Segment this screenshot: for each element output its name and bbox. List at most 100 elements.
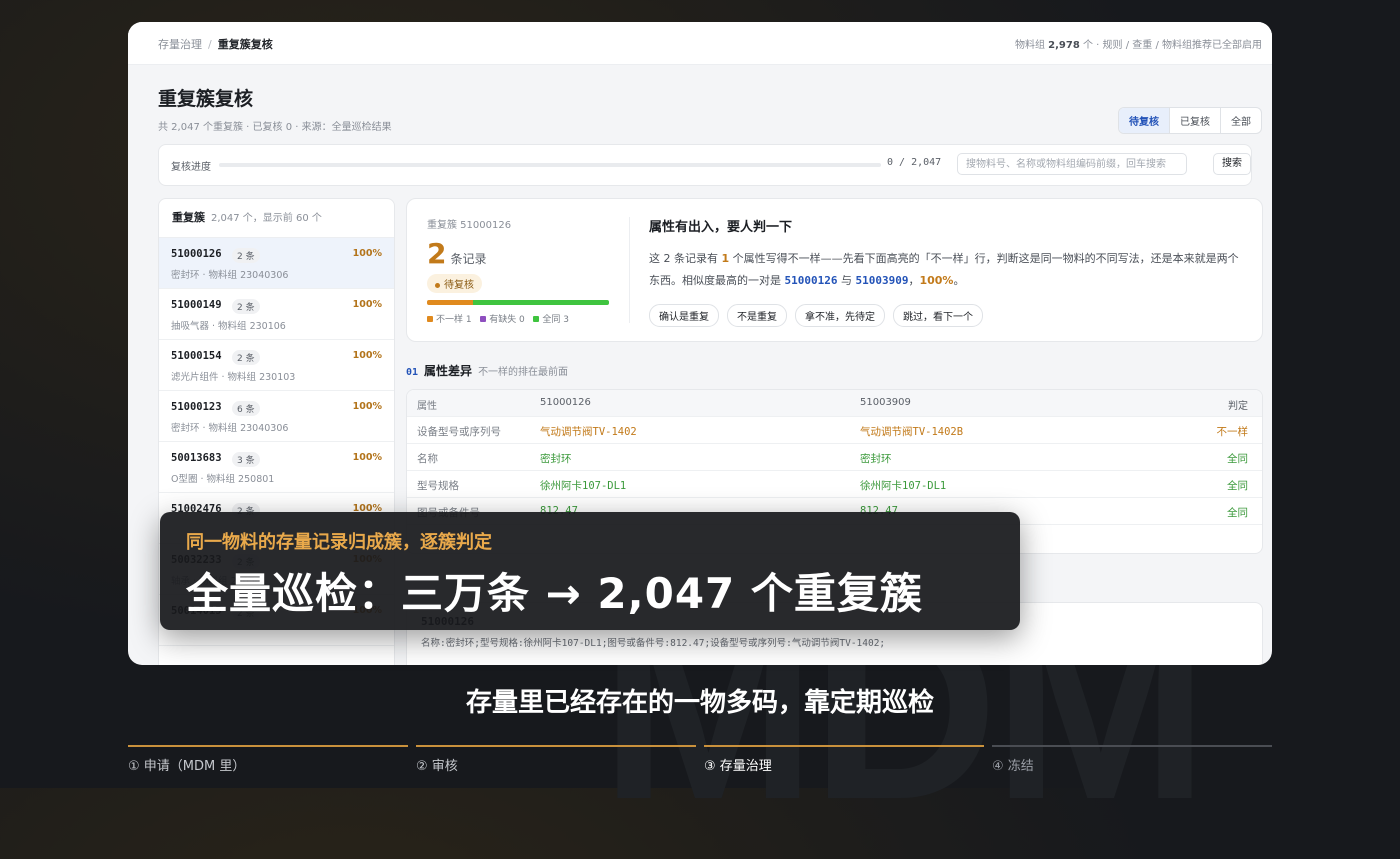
process-steps: ① 申请（MDM 里） ② 审核 ③ 存量治理 ④ 冻结	[128, 745, 1272, 785]
legend-missing-swatch	[480, 316, 487, 322]
header-record-a: 51000126	[540, 397, 591, 408]
cluster-item-id: 51000154	[171, 350, 222, 362]
record-count-number: 2	[427, 237, 447, 270]
search-input[interactable]	[957, 153, 1187, 175]
action-buttons: 确认是重复 不是重复 拿不准，先待定 跳过，看下一个	[649, 304, 1249, 327]
top-meta-count: 2,978	[1048, 40, 1080, 51]
progress-count: 0 / 2,047	[887, 157, 942, 168]
judgement-description: 这 2 条记录有 1 个属性写得不一样——先看下面高亮的「不一样」行，判断这是同…	[649, 248, 1249, 292]
record-count: 2 条记录	[427, 237, 609, 270]
section-hint: 不一样的排在最前面	[478, 367, 569, 378]
cell-verdict: 全同	[1227, 453, 1248, 465]
record-description: 名称:密封环;型号规格:徐州阿卡107-DL1;图号或备件号:812.47;设备…	[421, 638, 886, 649]
step-apply: ① 申请（MDM 里）	[128, 745, 408, 785]
legend-same-swatch	[533, 316, 540, 322]
table-row: 型号规格 徐州阿卡107-DL1 徐州阿卡107-DL1 全同	[407, 471, 1262, 498]
header-record-b: 51003909	[860, 397, 911, 408]
legend-diff: 不一样 1	[427, 315, 472, 325]
cluster-item-count-badge: 2 条	[232, 299, 260, 314]
cell-record-b: 徐州阿卡107-DL1	[860, 480, 947, 492]
desc-part: ，	[908, 274, 920, 287]
cell-record-a: 密封环	[540, 453, 572, 465]
similarity-value: 100%	[919, 274, 954, 287]
search-button[interactable]: 搜索	[1213, 153, 1251, 175]
skip-button[interactable]: 跳过，看下一个	[893, 304, 983, 327]
judgement-panel: 属性有出入，要人判一下 这 2 条记录有 1 个属性写得不一样——先看下面高亮的…	[649, 216, 1249, 327]
tab-all[interactable]: 全部	[1220, 108, 1261, 133]
cluster-item-count-badge: 3 条	[232, 452, 260, 467]
cluster-item-id: 51000123	[171, 401, 222, 413]
cluster-list-meta: 2,047 个，显示前 60 个	[211, 213, 322, 224]
cluster-list-item[interactable]: 50013683 3 条 100% O型圈 · 物料组 250801	[159, 442, 394, 493]
cluster-item-subtitle: 抽吸气器 · 物料组 230106	[171, 321, 286, 332]
top-meta-prefix: 物料组	[1014, 40, 1045, 51]
section-number: 01	[406, 367, 419, 378]
cluster-item-subtitle: 密封环 · 物料组 23040306	[171, 270, 289, 281]
top-meta-rest: 个 · 规则 / 查重 / 物料组推荐已全部启用	[1083, 40, 1262, 51]
not-duplicate-button[interactable]: 不是重复	[727, 304, 787, 327]
step-freeze: ④ 冻结	[992, 745, 1272, 785]
cluster-list-item[interactable]: 51000123 6 条 100% 密封环 · 物料组 23040306	[159, 391, 394, 442]
cluster-item-similarity: 100%	[352, 248, 382, 259]
cluster-item-id: 50013683	[171, 452, 222, 464]
cell-record-b: 气动调节阀TV-1402B	[860, 426, 964, 438]
cluster-id: 重复簇 51000126	[427, 220, 512, 231]
cluster-item-similarity: 100%	[352, 401, 382, 412]
cluster-item-subtitle: 滤光片组件 · 物料组 230103	[171, 372, 296, 383]
attribute-distribution-bar	[427, 300, 609, 305]
filter-tabs: 待复核 已复核 全部	[1118, 107, 1262, 134]
cell-attr: 名称	[417, 453, 438, 465]
status-dot-icon	[435, 282, 440, 288]
desc-part: 这 2 条记录有	[649, 252, 718, 265]
review-progress-card: 复核进度 0 / 2,047 搜索	[158, 144, 1252, 186]
header-verdict: 判定	[1228, 401, 1248, 412]
breadcrumb-separator: /	[208, 38, 212, 51]
header-attr: 属性	[417, 401, 437, 412]
legend-missing: 有缺失 0	[480, 315, 525, 325]
desc-diff-count: 1	[721, 252, 730, 265]
overlay-headline: 全量巡检：三万条 → 2,047 个重复簇	[186, 569, 923, 618]
judgement-title: 属性有出入，要人判一下	[649, 220, 793, 235]
breadcrumb-current: 重复簇复核	[217, 38, 273, 51]
cluster-list-item[interactable]: 51000154 2 条 100% 滤光片组件 · 物料组 230103	[159, 340, 394, 391]
status-label: 待复核	[444, 280, 474, 291]
defer-button[interactable]: 拿不准，先待定	[795, 304, 885, 327]
overlay-kicker: 同一物料的存量记录归成簇，逐簇判定	[186, 532, 492, 553]
progress-bar	[219, 163, 881, 167]
cluster-summary: 重复簇 51000126 2 条记录 待复核 不一样 1 有缺失 0 全同 3	[427, 216, 609, 325]
cluster-list-title: 重复簇	[172, 211, 205, 224]
cluster-list-item[interactable]: 51000126 2 条 100% 密封环 · 物料组 23040306	[159, 238, 394, 289]
cell-verdict: 全同	[1227, 480, 1248, 492]
cluster-list-item[interactable]: 51000149 2 条 100% 抽吸气器 · 物料组 230106	[159, 289, 394, 340]
breadcrumb-parent[interactable]: 存量治理	[158, 38, 202, 51]
cluster-item-count-badge: 2 条	[232, 350, 260, 365]
top-meta: 物料组 2,978 个 · 规则 / 查重 / 物料组推荐已全部启用	[1015, 36, 1262, 51]
breadcrumb: 存量治理 / 重复簇复核	[158, 36, 273, 52]
cell-attr: 型号规格	[417, 480, 459, 492]
step-governance: ③ 存量治理	[704, 745, 984, 785]
cell-verdict: 全同	[1227, 507, 1248, 519]
page-subtitle: 共 2,047 个重复簇 · 已复核 0 · 来源：全量巡检结果	[158, 122, 392, 133]
bar-segment-diff	[427, 300, 473, 305]
tab-reviewed[interactable]: 已复核	[1169, 108, 1220, 133]
cell-attr: 设备型号或序列号	[417, 426, 501, 438]
legend-diff-swatch	[427, 316, 433, 322]
pair-a-id: 51000126	[784, 274, 838, 287]
record-count-unit: 条记录	[450, 252, 487, 266]
cluster-item-id: 51000126	[171, 248, 222, 260]
cluster-detail-card: 重复簇 51000126 2 条记录 待复核 不一样 1 有缺失 0 全同 3 属…	[406, 198, 1263, 342]
legend-diff-label: 不一样 1	[436, 315, 472, 325]
tab-pending[interactable]: 待复核	[1119, 108, 1169, 133]
cell-record-b: 密封环	[860, 453, 892, 465]
cluster-item-subtitle: 密封环 · 物料组 23040306	[171, 423, 289, 434]
cell-record-a: 徐州阿卡107-DL1	[540, 480, 627, 492]
section-title: 01 属性差异 不一样的排在最前面	[406, 362, 568, 379]
progress-label: 复核进度	[171, 162, 211, 173]
top-bar: 存量治理 / 重复簇复核 物料组 2,978 个 · 规则 / 查重 / 物料组推荐…	[128, 22, 1272, 65]
cell-verdict: 不一样	[1216, 426, 1249, 438]
confirm-duplicate-button[interactable]: 确认是重复	[649, 304, 719, 327]
divider	[629, 217, 630, 323]
table-row: 名称 密封环 密封环 全同	[407, 444, 1262, 471]
subtitle-caption: 存量里已经存在的一物多码，靠定期巡检	[465, 688, 934, 718]
title-overlay: 同一物料的存量记录归成簇，逐簇判定 全量巡检：三万条 → 2,047 个重复簇	[160, 512, 1020, 630]
